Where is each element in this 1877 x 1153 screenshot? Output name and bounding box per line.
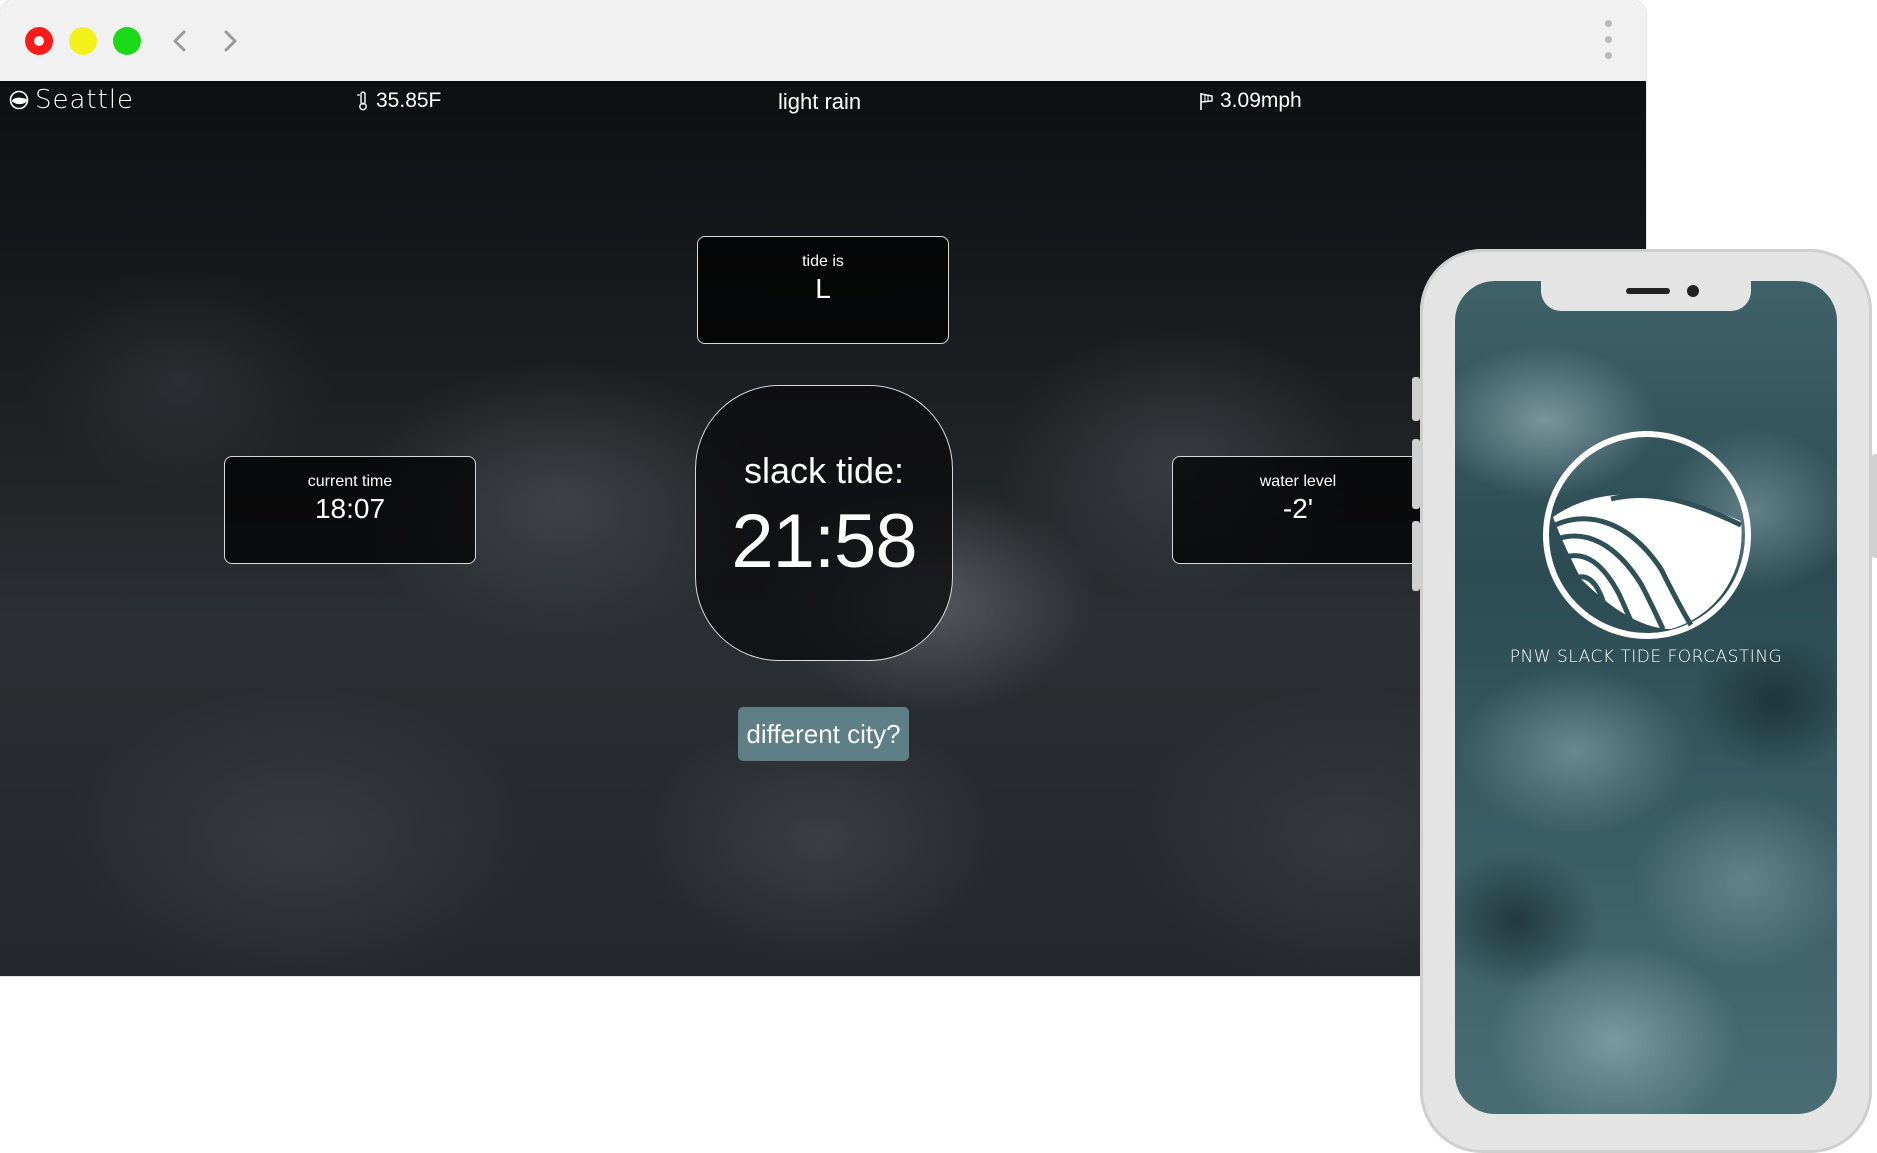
chevron-left-icon[interactable] bbox=[165, 26, 195, 56]
wave-logo-icon bbox=[1543, 431, 1751, 639]
maximize-window-button[interactable] bbox=[113, 27, 141, 55]
current-time-value: 18:07 bbox=[314, 493, 386, 524]
browser-toolbar bbox=[0, 0, 1646, 81]
phone-mute-switch bbox=[1412, 377, 1420, 421]
water-level-card: water level -2' bbox=[1172, 456, 1424, 564]
browser-window: Seattle 35.85F light rain 3.09mph tide i… bbox=[0, 0, 1646, 976]
kebab-menu-icon[interactable] bbox=[1598, 20, 1618, 68]
tide-status-card: tide is L bbox=[697, 236, 949, 344]
phone-volume-down bbox=[1412, 521, 1420, 591]
different-city-button[interactable]: different city? bbox=[738, 707, 909, 761]
minimize-window-button[interactable] bbox=[69, 27, 97, 55]
wave-logo-icon bbox=[9, 90, 29, 110]
phone-mockup: PNW SLACK TIDE FORCASTING bbox=[1412, 249, 1877, 1153]
slack-tide-card: slack tide: 21:58 bbox=[695, 385, 953, 661]
city-label: Seattle bbox=[35, 85, 135, 115]
app-viewport: Seattle 35.85F light rain 3.09mph tide i… bbox=[0, 81, 1646, 976]
wind-flag-icon bbox=[1200, 93, 1213, 110]
phone-volume-up bbox=[1412, 439, 1420, 509]
camera-icon bbox=[1687, 285, 1699, 297]
close-window-button[interactable] bbox=[25, 27, 53, 55]
tide-status-label: tide is bbox=[802, 253, 844, 270]
weather-condition: light rain bbox=[778, 89, 862, 114]
phone-notch bbox=[1541, 281, 1751, 311]
brand-tagline: PNW SLACK TIDE FORCASTING bbox=[1509, 647, 1783, 667]
current-time-card: current time 18:07 bbox=[224, 456, 476, 564]
chevron-right-icon[interactable] bbox=[215, 26, 245, 56]
phone-screen: PNW SLACK TIDE FORCASTING bbox=[1455, 281, 1837, 1114]
water-level-value: -2' bbox=[1282, 493, 1314, 524]
speaker-icon bbox=[1626, 288, 1670, 294]
slack-tide-time: 21:58 bbox=[731, 499, 917, 584]
tide-status-value: L bbox=[815, 273, 831, 304]
water-level-label: water level bbox=[1259, 473, 1337, 490]
wind-speed-value: 3.09mph bbox=[1220, 89, 1302, 112]
thermometer-icon bbox=[357, 91, 367, 111]
wind-speed: 3.09mph bbox=[1198, 89, 1302, 113]
phone-power-button bbox=[1872, 454, 1877, 558]
temperature: 35.85F bbox=[356, 89, 441, 113]
temperature-value: 35.85F bbox=[376, 89, 442, 112]
city-name: Seattle bbox=[9, 85, 134, 115]
slack-tide-label: slack tide: bbox=[743, 450, 905, 491]
current-time-label: current time bbox=[307, 473, 393, 490]
